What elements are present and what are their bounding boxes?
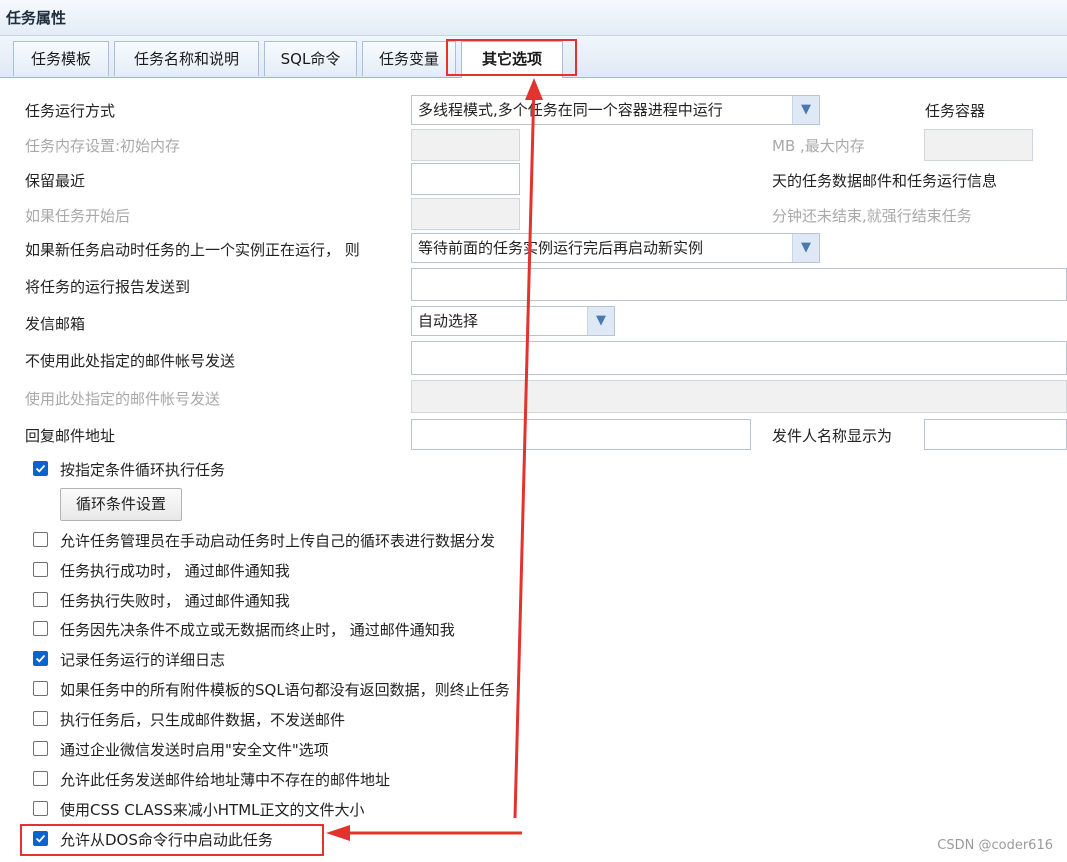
checkbox-label: 记录任务运行的详细日志: [60, 651, 226, 669]
tab-sql-commands[interactable]: SQL命令: [264, 41, 357, 76]
use-accounts-input[interactable]: [411, 380, 1067, 413]
checkbox-label: 通过企业微信发送时启用"安全文件"选项: [60, 741, 329, 759]
initial-memory-input[interactable]: [411, 129, 520, 161]
mailbox-label: 发信邮箱: [25, 315, 86, 333]
checkbox-detailed-log[interactable]: [33, 651, 48, 666]
memory-label: 任务内存设置:初始内存: [25, 137, 181, 155]
mailbox-value: 自动选择: [418, 312, 479, 330]
use-accounts-label: 使用此处指定的邮件帐号发送: [25, 390, 221, 408]
checkbox-notify-success[interactable]: [33, 562, 48, 577]
checkbox-label: 如果任务中的所有附件模板的SQL语句都没有返回数据，则终止任务: [60, 681, 510, 699]
max-memory-label: MB ,最大内存: [772, 137, 865, 155]
run-mode-value: 多线程模式,多个任务在同一个容器进程中运行: [418, 101, 723, 119]
tab-name-description[interactable]: 任务名称和说明: [114, 41, 259, 76]
tab-task-variables[interactable]: 任务变量: [362, 41, 456, 76]
sender-name-input[interactable]: [924, 419, 1067, 450]
check-icon: [35, 464, 46, 473]
tab-templates[interactable]: 任务模板: [13, 41, 109, 76]
checkbox-label: 任务执行成功时， 通过邮件通知我: [60, 562, 290, 580]
annotation-box-checkbox: [20, 824, 324, 856]
checkbox-notify-precondition[interactable]: [33, 621, 48, 636]
instance-label: 如果新任务启动时任务的上一个实例正在运行， 则: [25, 241, 360, 259]
reply-address-label: 回复邮件地址: [25, 427, 116, 445]
annotation-box-tab: [446, 39, 577, 76]
report-to-label: 将任务的运行报告发送到: [25, 278, 191, 296]
report-to-input[interactable]: [411, 268, 1067, 301]
exclude-accounts-input[interactable]: [411, 341, 1067, 375]
checkbox-label: 任务因先决条件不成立或无数据而终止时， 通过邮件通知我: [60, 621, 455, 639]
timeout-label: 如果任务开始后: [25, 207, 131, 225]
run-mode-select[interactable]: 多线程模式,多个任务在同一个容器进程中运行 ▼: [411, 95, 820, 125]
window-titlebar: 任务属性: [0, 0, 1067, 36]
keep-days-input[interactable]: [411, 163, 520, 195]
container-label: 任务容器: [925, 102, 986, 120]
timeout-minutes-input[interactable]: [411, 198, 520, 230]
watermark: CSDN @coder616: [937, 838, 1053, 853]
window-title: 任务属性: [6, 9, 67, 27]
checkbox-allow-upload-loop-table[interactable]: [33, 532, 48, 547]
checkbox-generate-only[interactable]: [33, 711, 48, 726]
keep-label: 保留最近: [25, 172, 86, 190]
arrow-line-up: [513, 85, 536, 819]
max-memory-input[interactable]: [924, 129, 1033, 161]
arrow-left-icon: [326, 825, 350, 841]
chevron-down-icon[interactable]: ▼: [792, 234, 819, 262]
checkbox-css-class[interactable]: [33, 801, 48, 816]
chevron-down-icon[interactable]: ▼: [792, 96, 819, 124]
checkbox-label: 允许任务管理员在手动启动任务时上传自己的循环表进行数据分发: [60, 532, 496, 550]
checkbox-allow-unknown-address[interactable]: [33, 771, 48, 786]
check-icon: [35, 654, 46, 663]
mailbox-select[interactable]: 自动选择 ▼: [411, 306, 615, 336]
checkbox-loop-execute[interactable]: [33, 461, 48, 476]
checkbox-label: 使用CSS CLASS来减小HTML正文的文件大小: [60, 801, 365, 819]
instance-policy-value: 等待前面的任务实例运行完后再启动新实例: [418, 239, 704, 257]
checkbox-stop-if-no-data[interactable]: [33, 681, 48, 696]
sender-name-label: 发件人名称显示为: [772, 427, 893, 445]
checkbox-label: 任务执行失败时， 通过邮件通知我: [60, 592, 290, 610]
exclude-accounts-label: 不使用此处指定的邮件帐号发送: [25, 352, 236, 370]
checkbox-wecom-safe-file[interactable]: [33, 741, 48, 756]
checkbox-label: 允许此任务发送邮件给地址薄中不存在的邮件地址: [60, 771, 391, 789]
run-mode-label: 任务运行方式: [25, 102, 116, 120]
timeout-suffix-label: 分钟还未结束,就强行结束任务: [772, 207, 972, 225]
chevron-down-icon[interactable]: ▼: [587, 307, 614, 335]
instance-policy-select[interactable]: 等待前面的任务实例运行完后再启动新实例 ▼: [411, 233, 820, 263]
loop-conditions-button[interactable]: 循环条件设置: [60, 488, 182, 521]
reply-address-input[interactable]: [411, 419, 751, 450]
keep-suffix-label: 天的任务数据邮件和任务运行信息: [772, 172, 998, 190]
checkbox-label: 执行任务后，只生成邮件数据，不发送邮件: [60, 711, 346, 729]
checkbox-label: 按指定条件循环执行任务: [60, 461, 226, 479]
checkbox-notify-failure[interactable]: [33, 592, 48, 607]
